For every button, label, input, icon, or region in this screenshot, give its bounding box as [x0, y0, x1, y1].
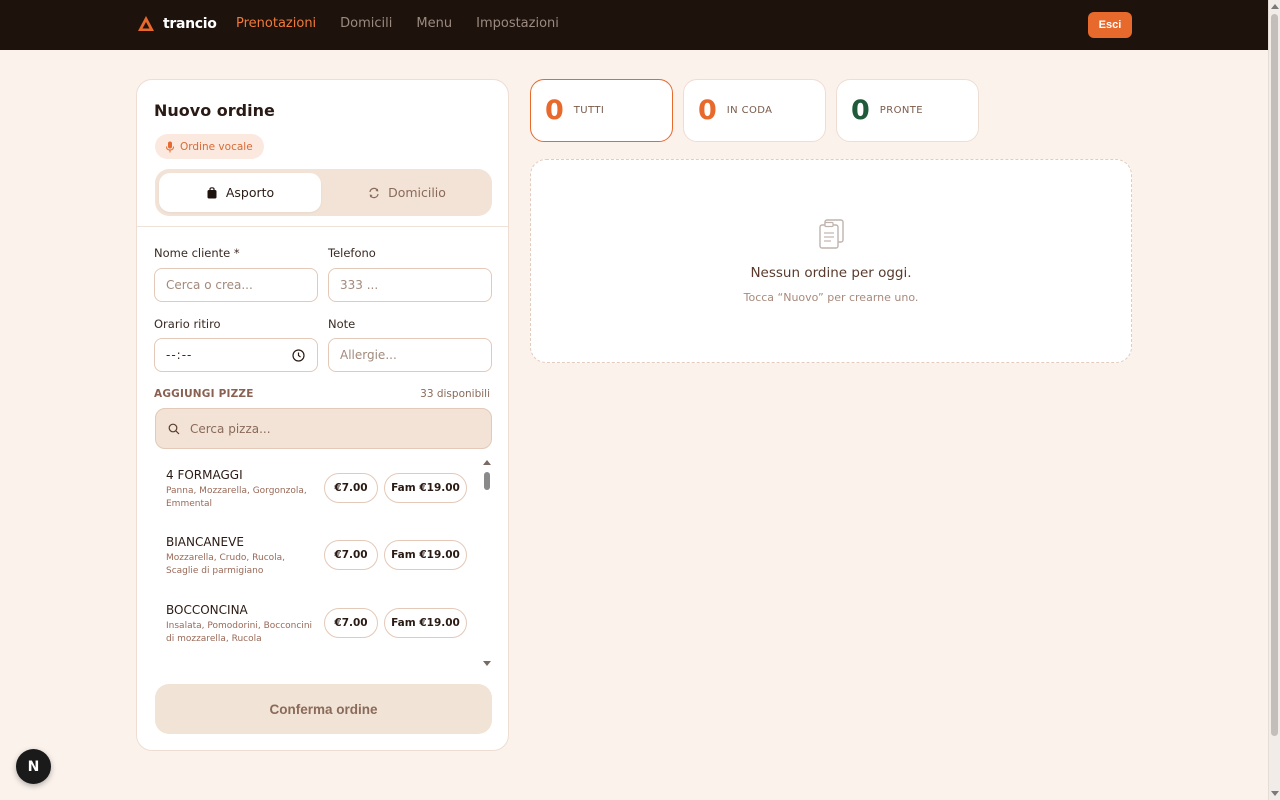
brand-name: trancio	[163, 16, 217, 32]
pizza-name: BIANCANEVE	[166, 535, 244, 549]
pickup-time-label: Orario ritiro	[154, 317, 221, 331]
list-item: 4 FORMAGGI Panna, Mozzarella, Gorgonzola…	[155, 460, 475, 522]
page-scrollbar[interactable]	[1268, 0, 1280, 800]
pizza-list-scrollbar[interactable]	[482, 460, 492, 666]
all-count: 0	[545, 95, 564, 126]
available-count: 33 disponibili	[420, 388, 490, 400]
nav-domicili[interactable]: Domicili	[340, 16, 392, 31]
scroll-down-icon[interactable]	[483, 661, 491, 666]
add-family-button[interactable]: Fam €19.00	[384, 608, 467, 638]
scrollbar-thumb[interactable]	[1271, 14, 1278, 736]
scrollbar-thumb[interactable]	[484, 472, 490, 490]
nav-menu[interactable]: Menu	[416, 16, 452, 31]
notes-input[interactable]: Allergie...	[328, 338, 492, 372]
main-nav: Prenotazioni Domicili Menu Impostazioni	[236, 16, 583, 31]
list-item: BOCCONCINA Insalata, Pomodorini, Bocconc…	[155, 595, 475, 657]
clipboard-icon	[819, 219, 844, 249]
takeaway-option[interactable]: Asporto	[159, 173, 321, 212]
voice-order-button[interactable]: Ordine vocale	[155, 134, 264, 159]
takeaway-label: Asporto	[225, 185, 275, 200]
pizza-search-input[interactable]: Cerca pizza...	[155, 408, 492, 449]
logout-button[interactable]: Esci	[1088, 12, 1132, 38]
order-type-toggle: Asporto Domicilio	[155, 169, 492, 216]
orders-empty-state: Nessun ordine per oggi. Tocca “Nuovo” pe…	[530, 159, 1132, 363]
nav-prenotazioni[interactable]: Prenotazioni	[236, 16, 316, 31]
nav-impostazioni[interactable]: Impostazioni	[476, 16, 559, 31]
pizza-name: BOCCONCINA	[166, 603, 248, 617]
divider	[137, 226, 508, 227]
next-dev-badge[interactable]: N	[16, 749, 51, 784]
add-normal-button[interactable]: €7.00	[324, 540, 378, 570]
add-normal-button[interactable]: €7.00	[324, 473, 378, 503]
notes-placeholder: Allergie...	[340, 348, 397, 362]
empty-state-subtitle: Tocca “Nuovo” per crearne uno.	[743, 291, 919, 304]
add-family-button[interactable]: Fam €19.00	[384, 540, 467, 570]
pickup-time-input[interactable]: --:--	[154, 338, 318, 372]
add-pizzas-heading: AGGIUNGI PIZZE	[154, 388, 254, 400]
pickup-time-value: --:--	[166, 348, 193, 362]
phone-label: Telefono	[328, 246, 376, 260]
confirm-order-button[interactable]: Conferma ordine	[155, 684, 492, 734]
search-icon	[168, 423, 180, 434]
logo-triangle-icon	[138, 16, 154, 31]
pizza-search-placeholder: Cerca pizza...	[190, 421, 271, 436]
phone-placeholder: 333 ...	[340, 278, 379, 292]
filter-ready-card[interactable]: 0 PRONTE	[836, 79, 979, 142]
bag-icon	[207, 186, 217, 198]
notes-label: Note	[328, 317, 356, 331]
microphone-icon	[166, 141, 174, 152]
add-family-button[interactable]: Fam €19.00	[384, 473, 467, 503]
ready-label: PRONTE	[879, 105, 923, 116]
filter-all-card[interactable]: 0 TUTTI	[530, 79, 673, 142]
ready-count: 0	[851, 95, 870, 126]
pizza-list: 4 FORMAGGI Panna, Mozzarella, Gorgonzola…	[155, 460, 494, 662]
scroll-up-icon[interactable]	[483, 460, 491, 465]
phone-input[interactable]: 333 ...	[328, 268, 492, 302]
delivery-label: Domicilio	[388, 185, 446, 200]
clock-icon[interactable]	[292, 349, 305, 362]
delivery-option[interactable]: Domicilio	[326, 173, 488, 212]
list-item: BIANCANEVE Mozzarella, Crudo, Rucola, Sc…	[155, 527, 475, 589]
customer-name-input[interactable]: Cerca o crea...	[154, 268, 318, 302]
all-label: TUTTI	[573, 105, 605, 116]
new-order-panel: Nuovo ordine Ordine vocale Asporto Domic…	[136, 79, 509, 751]
customer-name-placeholder: Cerca o crea...	[166, 278, 253, 292]
top-bar: trancio Prenotazioni Domicili Menu Impos…	[0, 0, 1268, 50]
scroll-up-icon[interactable]	[1271, 4, 1279, 9]
pizza-ingredients: Panna, Mozzarella, Gorgonzola, Emmental	[166, 486, 307, 509]
panel-title: Nuovo ordine	[154, 101, 275, 120]
pizza-ingredients: Insalata, Pomodorini, Bocconcini di mozz…	[166, 621, 313, 644]
scroll-down-icon[interactable]	[1271, 791, 1279, 796]
queue-label: IN CODA	[726, 105, 773, 116]
pizza-name: 4 FORMAGGI	[166, 468, 243, 482]
customer-name-label: Nome cliente *	[154, 246, 240, 260]
voice-order-label: Ordine vocale	[180, 140, 253, 153]
empty-state-title: Nessun ordine per oggi.	[750, 265, 912, 281]
refresh-icon	[369, 187, 379, 198]
queue-count: 0	[698, 95, 717, 126]
add-normal-button[interactable]: €7.00	[324, 608, 378, 638]
filter-queue-card[interactable]: 0 IN CODA	[683, 79, 826, 142]
pizza-ingredients: Mozzarella, Crudo, Rucola, Scaglie di pa…	[166, 553, 286, 576]
brand-logo[interactable]: trancio	[137, 15, 217, 33]
